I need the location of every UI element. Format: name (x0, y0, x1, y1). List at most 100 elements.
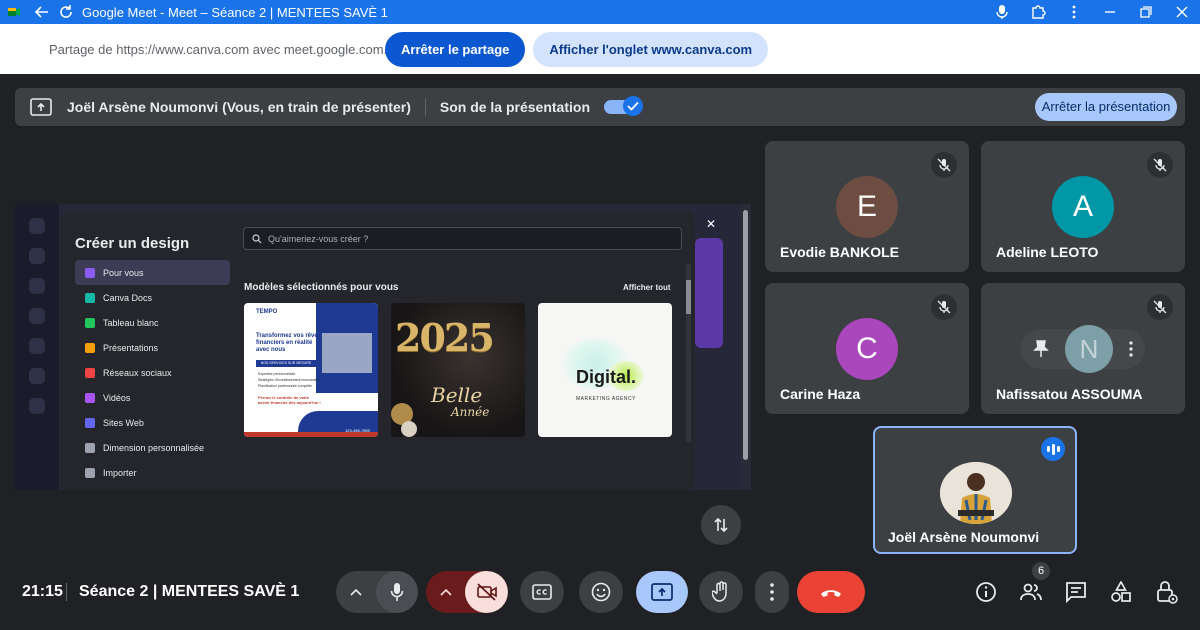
close-icon[interactable]: ✕ (703, 216, 719, 232)
minimize-icon[interactable] (1098, 0, 1122, 24)
template-cards: TEMPO Transformez vos rêves financiers e… (244, 303, 672, 437)
present-button[interactable] (636, 571, 688, 613)
captions-icon[interactable] (520, 571, 564, 613)
menu-item-websites[interactable]: Sites Web (75, 410, 230, 435)
menu-item-label: Présentations (103, 342, 159, 353)
menu-item-videos[interactable]: Vidéos (75, 385, 230, 410)
participant-count-badge: 6 (1032, 562, 1050, 580)
menu-item-pour-vous[interactable]: Pour vous (75, 260, 230, 285)
activities-icon[interactable] (1109, 580, 1133, 604)
show-tab-button[interactable]: Afficher l'onglet www.canva.com (533, 31, 769, 67)
heart-icon (85, 367, 95, 378)
website-icon (85, 417, 95, 428)
search-icon (252, 233, 262, 243)
shared-screen: Créer un design Qu'aimeriez-vous créer ?… (15, 204, 751, 490)
camera-off-icon[interactable] (465, 571, 508, 613)
menu-item-label: Tableau blanc (103, 317, 159, 328)
check-icon (623, 96, 643, 116)
avatar: E (836, 176, 898, 238)
speaking-indicator-icon (1041, 437, 1065, 461)
end-call-icon[interactable] (797, 571, 865, 613)
menu-item-whiteboard[interactable]: Tableau blanc (75, 310, 230, 335)
screen-scrollbar[interactable] (740, 204, 751, 490)
menu-item-presentations[interactable]: Présentations (75, 335, 230, 360)
menu-item-canva-docs[interactable]: Canva Docs (75, 285, 230, 310)
mic-off-icon (931, 294, 957, 320)
chat-icon[interactable] (1064, 580, 1088, 604)
menu-item-label: Canva Docs (103, 292, 153, 303)
browser-title-bar: Google Meet - Meet – Séance 2 | MENTEES … (0, 0, 1200, 24)
present-icon (651, 583, 673, 601)
docs-icon (85, 292, 95, 303)
cloud-upload-icon (85, 467, 95, 478)
meet-favicon-icon (8, 8, 20, 16)
divider (424, 98, 426, 116)
mic-icon[interactable] (376, 571, 418, 613)
window-title: Google Meet - Meet – Séance 2 | MENTEES … (82, 4, 388, 20)
mic-off-icon (1147, 294, 1173, 320)
template-card-digital[interactable]: Digital. MARKETING AGENCY (538, 303, 672, 437)
template-card-finance[interactable]: TEMPO Transformez vos rêves financiers e… (244, 303, 378, 437)
menu-item-label: Réseaux sociaux (103, 367, 172, 378)
mic-off-icon (931, 152, 957, 178)
design-search-input[interactable]: Qu'aimeriez-vous créer ? (243, 227, 682, 250)
people-icon[interactable] (1019, 580, 1043, 604)
back-icon[interactable] (30, 0, 54, 24)
mic-icon[interactable] (990, 0, 1014, 24)
design-category-menu: Pour vous Canva Docs Tableau blanc Prése… (75, 260, 230, 485)
self-name: Joël Arsène Noumonvi (888, 529, 1040, 545)
lock-icon[interactable] (1155, 580, 1179, 604)
menu-item-import[interactable]: Importer (75, 460, 230, 485)
menu-item-label: Pour vous (103, 267, 144, 278)
see-all-link[interactable]: Afficher tout (623, 283, 671, 292)
canva-banner (695, 238, 723, 348)
avatar-initial: N (1079, 333, 1099, 364)
chevron-up-icon[interactable] (336, 571, 376, 613)
swap-icon[interactable] (701, 505, 741, 545)
pin-icon[interactable] (1033, 340, 1049, 358)
divider (66, 583, 67, 601)
panel-title: Créer un design (75, 235, 190, 252)
mic-off-icon (1147, 152, 1173, 178)
menu-item-label: Sites Web (103, 417, 144, 428)
info-icon[interactable] (974, 580, 998, 604)
create-design-panel: Créer un design Qu'aimeriez-vous créer ?… (60, 212, 695, 490)
self-tile[interactable]: Joël Arsène Noumonvi (873, 426, 1077, 554)
template-brand: TEMPO (256, 309, 278, 315)
presenter-text: Joël Arsène Noumonvi (Vous, en train de … (67, 99, 411, 115)
presentation-icon (85, 342, 95, 353)
stop-sharing-button[interactable]: Arrêter le partage (385, 31, 526, 67)
template-card-new-year[interactable]: 2025 Belle Année (391, 303, 525, 437)
participant-tile[interactable]: C Carine Haza (765, 283, 969, 414)
panel-scrollbar[interactable] (686, 264, 691, 442)
more-vert-icon[interactable] (755, 571, 789, 613)
share-message: Partage de https://www.canva.com avec me… (49, 41, 395, 57)
presentation-sound-label: Son de la présentation (439, 99, 590, 115)
participant-name: Evodie BANKOLE (780, 244, 900, 260)
camera-control (426, 571, 508, 613)
resize-icon (85, 442, 95, 453)
emoji-icon[interactable] (579, 571, 623, 613)
participant-tile[interactable]: A Adeline LEOTO (981, 141, 1185, 272)
reload-icon[interactable] (54, 0, 78, 24)
participant-name: Adeline LEOTO (996, 244, 1099, 260)
menu-item-social[interactable]: Réseaux sociaux (75, 360, 230, 385)
menu-item-custom-size[interactable]: Dimension personnalisée (75, 435, 230, 460)
more-vert-icon[interactable] (1062, 0, 1086, 24)
restore-icon[interactable] (1134, 0, 1158, 24)
raise-hand-icon[interactable] (699, 571, 743, 613)
close-icon[interactable] (1170, 0, 1194, 24)
menu-item-label: Importer (103, 467, 137, 478)
stop-presenting-button[interactable]: Arrêter la présentation (1035, 93, 1177, 121)
participant-name: Nafissatou ASSOUMA (996, 386, 1143, 402)
template-headline: Transformez vos rêves financiers en réal… (256, 333, 322, 353)
participant-name: Carine Haza (780, 386, 861, 402)
participant-tile[interactable]: E Evodie BANKOLE (765, 141, 969, 272)
more-vert-icon[interactable] (1129, 341, 1133, 357)
screen-share-bar: Partage de https://www.canva.com avec me… (0, 24, 1200, 74)
window-controls (990, 0, 1194, 24)
chevron-up-icon[interactable] (426, 571, 465, 613)
presentation-sound-toggle[interactable] (604, 96, 643, 116)
extension-icon[interactable] (1026, 0, 1050, 24)
participant-tile[interactable]: N Nafissatou ASSOUMA (981, 283, 1185, 414)
